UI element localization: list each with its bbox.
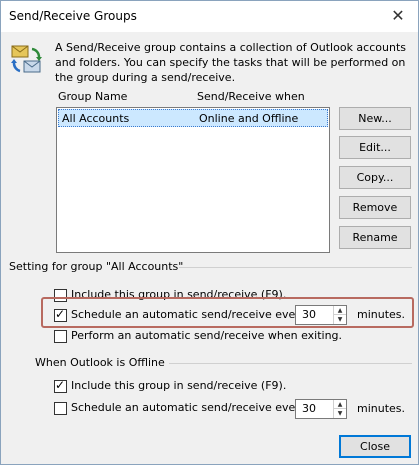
new-button[interactable]: New... xyxy=(339,107,411,130)
column-header-group-name[interactable]: Group Name xyxy=(58,90,127,103)
edit-button[interactable]: Edit... xyxy=(339,136,411,159)
setting-group-divider xyxy=(179,267,412,268)
offline-include-checkbox[interactable] xyxy=(54,378,67,393)
exiting-checkbox[interactable] xyxy=(54,330,67,343)
schedule-minutes-value[interactable]: 30 xyxy=(302,308,316,321)
schedule-minutes-unit: minutes. xyxy=(357,308,406,321)
offline-include-label: Include this group in send/receive (F9). xyxy=(71,379,287,392)
offline-schedule-checkbox[interactable] xyxy=(54,402,67,415)
schedule-label: Schedule an automatic send/receive every xyxy=(71,308,307,321)
remove-button[interactable]: Remove xyxy=(339,196,411,219)
offline-schedule-label: Schedule an automatic send/receive every xyxy=(71,401,307,414)
copy-button[interactable]: Copy... xyxy=(339,166,411,189)
group-name-cell: All Accounts xyxy=(62,112,130,125)
offline-minutes-unit: minutes. xyxy=(357,402,406,415)
spin-up-icon[interactable]: ▲ xyxy=(334,400,346,409)
column-header-send-receive-when[interactable]: Send/Receive when xyxy=(197,90,305,103)
spin-up-icon[interactable]: ▲ xyxy=(334,306,346,315)
send-receive-groups-dialog: Send/Receive Groups ✕ A Send/Receive gro… xyxy=(0,0,419,465)
schedule-minutes-stepper[interactable]: 30 ▲ ▼ xyxy=(295,305,347,325)
rename-button[interactable]: Rename xyxy=(339,226,411,249)
offline-group-label: When Outlook is Offline xyxy=(35,356,165,369)
groups-list[interactable]: All Accounts Online and Offline xyxy=(56,107,330,253)
send-receive-when-cell: Online and Offline xyxy=(199,112,299,125)
list-item[interactable]: All Accounts Online and Offline xyxy=(58,109,328,127)
schedule-checkbox[interactable] xyxy=(54,307,67,322)
offline-minutes-value[interactable]: 30 xyxy=(302,402,316,415)
offline-group-divider xyxy=(169,363,412,364)
title-bar: Send/Receive Groups ✕ xyxy=(1,1,418,32)
dialog-description: A Send/Receive group contains a collecti… xyxy=(55,41,406,84)
spin-down-icon[interactable]: ▼ xyxy=(334,315,346,324)
send-receive-icon xyxy=(10,43,44,77)
setting-group-label: Setting for group "All Accounts" xyxy=(9,260,184,273)
close-icon[interactable]: ✕ xyxy=(388,6,408,26)
offline-minutes-stepper[interactable]: 30 ▲ ▼ xyxy=(295,399,347,419)
exiting-label: Perform an automatic send/receive when e… xyxy=(71,329,343,342)
close-button[interactable]: Close xyxy=(339,435,411,458)
spin-down-icon[interactable]: ▼ xyxy=(334,409,346,418)
dialog-title: Send/Receive Groups xyxy=(9,9,137,23)
